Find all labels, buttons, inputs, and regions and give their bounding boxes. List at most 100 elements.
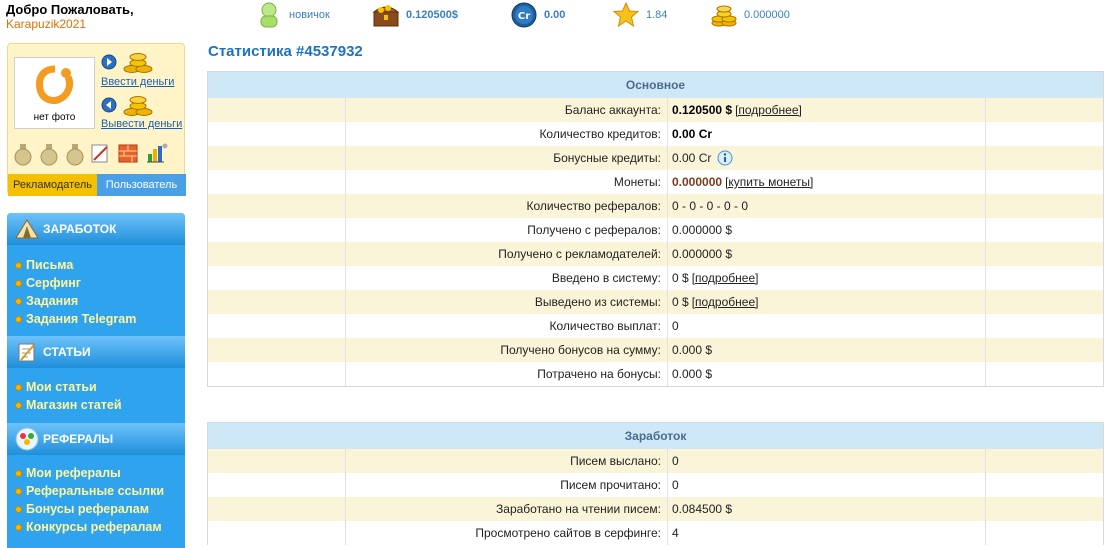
table-cell-spacer [986,146,1103,170]
table-header: Основное [208,72,1103,98]
status-indicator[interactable]: новичок [255,0,330,30]
row-value-cell: 0 $ [подробнее] [668,266,986,290]
row-label: Получено бонусов на сумму: [346,338,668,362]
menu-item-telegram-tasks[interactable]: Задания Telegram [15,312,136,326]
row-value: 0.084500 $ [672,502,733,516]
avatar-placeholder-icon [36,65,74,105]
menu-item-tasks[interactable]: Задания [15,294,78,308]
table-cell-spacer [986,473,1103,497]
profile-panel: нет фото Ввести деньги Вывести деньги Ре… [7,43,186,196]
chart-icon[interactable] [146,142,168,164]
table-cell-spacer [986,521,1103,545]
no-photo-label: нет фото [33,112,76,123]
tab-advertiser[interactable]: Рекламодатель [8,174,97,196]
table-cell-spacer [986,338,1103,362]
tab-user[interactable]: Пользователь [97,174,186,196]
username[interactable]: Karapuzik2021 [6,17,134,31]
bullet-icon [15,315,22,323]
credits-indicator[interactable]: Cr 0.00 [510,0,565,30]
table-row: Потрачено на бонусы: 0.000 $ [208,362,1103,386]
table-cell-spacer [986,98,1103,122]
row-value: 0.000 $ [672,343,713,357]
menu-item-label: Мои статьи [26,380,97,394]
arrow-left-icon[interactable] [101,97,117,113]
stats-table-main: Основное Баланс аккаунта: 0.120500 $ [подр… [207,71,1104,387]
section-title-articles: СТАТЬИ [43,345,91,359]
arrow-right-icon[interactable] [101,54,117,70]
section-header-earnings[interactable]: ЗАРАБОТОК [7,213,185,245]
table-cell-spacer [208,266,346,290]
menu-item-article-store[interactable]: Магазин статей [15,398,122,412]
table-cell-spacer [208,497,346,521]
row-value-cell: 0.000 $ [668,338,986,362]
table-cell-spacer [986,218,1103,242]
edit-note-icon[interactable] [90,142,110,164]
row-value-cell: 0.000000 [купить монеты] [668,170,986,194]
menu-item-referral-links[interactable]: Реферальные ссылки [15,484,164,498]
details-link[interactable]: [подробнее] [692,266,759,290]
coins-indicator[interactable]: 0.000000 [710,0,790,30]
table-row: Монеты: 0.000000 [купить монеты] [208,170,1103,194]
row-value-cell: 0.000 $ [668,362,986,386]
row-value-cell: 0 [668,314,986,338]
row-value: 4 [672,526,679,540]
table-row: Получено с рекламодателей: 0.000000 $ [208,242,1103,266]
menu-item-referral-contests[interactable]: Конкурсы рефералам [15,520,162,534]
table-cell-spacer [208,362,346,386]
deposit-link[interactable]: Ввести деньги [101,76,174,88]
table-cell-spacer [208,170,346,194]
table-cell-spacer [208,98,346,122]
row-value-cell: 0.000000 $ [668,242,986,266]
info-icon[interactable] [717,150,733,166]
menu-item-letters[interactable]: Письма [15,258,73,272]
row-value: 0.000000 $ [672,247,733,261]
notepad-icon [13,338,41,366]
row-value: 0.00 Cr [672,151,712,165]
medal-icon [65,144,85,166]
table-cell-spacer [208,194,346,218]
menu-item-referral-bonuses[interactable]: Бонусы рефералам [15,502,149,516]
table-row: Заработано на чтении писем: 0.084500 $ [208,497,1103,521]
table-cell-spacer [986,362,1103,386]
row-value-cell: 0.00 Cr [668,146,986,170]
table-row: Выведено из системы: 0 $ [подробнее] [208,290,1103,314]
row-label: Количество выплат: [346,314,668,338]
coins-icon [120,92,156,118]
bullet-icon [15,487,22,495]
bullet-icon [15,383,22,391]
table-cell-spacer [986,314,1103,338]
table-cell-spacer [986,194,1103,218]
welcome-block: Добро Пожаловать, Karapuzik2021 [6,2,134,31]
balance-value: 0.120500$ [406,9,458,21]
balance-indicator[interactable]: 0.120500$ [372,0,458,30]
section-header-articles[interactable]: СТАТЬИ [7,336,185,368]
avatar[interactable]: нет фото [14,57,95,129]
table-cell-spacer [208,314,346,338]
table-cell-spacer [986,497,1103,521]
bricks-icon[interactable] [118,142,138,164]
row-value: 0.00 Cr [672,127,713,141]
row-value-cell: 4 [668,521,986,545]
details-link[interactable]: [подробнее] [692,290,759,314]
menu-item-label: Бонусы рефералам [26,502,149,516]
details-link[interactable]: [подробнее] [735,98,802,122]
table-cell-spacer [986,266,1103,290]
rating-indicator[interactable]: 1.84 [612,0,667,30]
bullet-icon [15,469,22,477]
row-value-cell: 0 [668,449,986,473]
table-row: Баланс аккаунта: 0.120500 $ [подробнее] [208,98,1103,122]
table-row: Получено бонусов на сумму: 0.000 $ [208,338,1103,362]
coins-icon [120,49,156,75]
bullet-icon [15,523,22,531]
section-header-referrals[interactable]: РЕФЕРАЛЫ [7,423,185,455]
status-text: новичок [289,9,330,21]
menu-item-my-referrals[interactable]: Мои рефералы [15,466,121,480]
svg-text:Cr: Cr [518,11,530,22]
row-value-cell: 0.084500 $ [668,497,986,521]
details-link[interactable]: [купить монеты] [725,170,813,194]
menu-item-my-articles[interactable]: Мои статьи [15,380,97,394]
table-row: Введено в систему: 0 $ [подробнее] [208,266,1103,290]
menu-item-surfing[interactable]: Серфинг [15,276,81,290]
withdraw-link[interactable]: Вывести деньги [101,118,182,130]
table-row: Писем прочитано: 0 [208,473,1103,497]
